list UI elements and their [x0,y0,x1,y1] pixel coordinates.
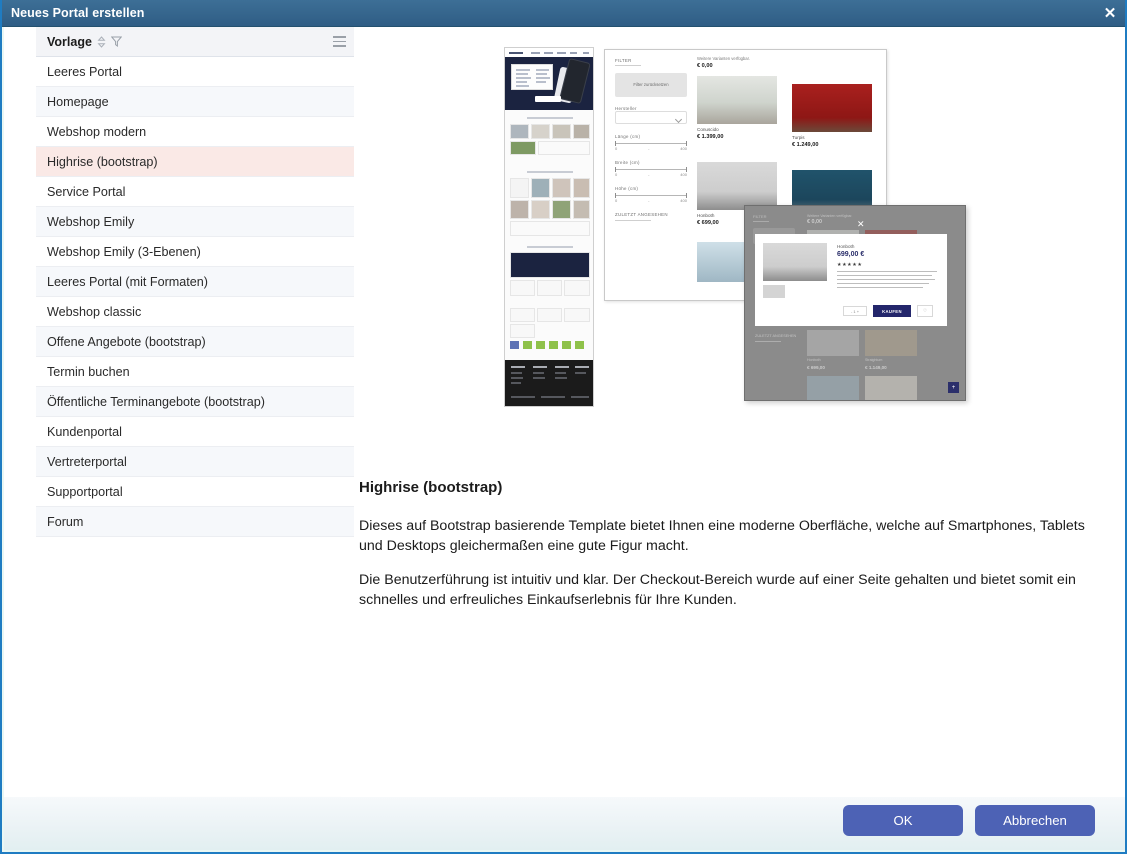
preview-height-label: Höhe (cm) [615,186,639,191]
funnel-filter-icon[interactable] [110,36,122,47]
preview-modal-bg-filter-label: FILTER [753,214,767,219]
detail-paragraph-1: Dieses auf Bootstrap basierende Template… [359,518,1085,554]
preview-length-slider: Länge (cm) 0 - 400 [615,134,687,151]
preview-reset-filter-button: Filter zurücksetzen [615,73,687,97]
detail-title: Highrise (bootstrap) [359,479,503,496]
preview-variants-price: € 0,00 [697,63,713,69]
heart-icon: ♡ [917,305,933,317]
list-item-kundenportal[interactable]: Kundenportal [36,417,354,447]
preview-filter-rule [615,65,641,66]
preview-product-2-price: € 1.249,00 [792,142,819,148]
preview-width-slider: Breite (cm) 0 - 400 [615,160,687,177]
preview-product-2-image [792,84,872,132]
preview-mobile-section-1 [505,114,593,166]
preview-product-grid: Weitere Varianten verfügbar. € 0,00 Conu… [697,56,875,282]
preview-modal-close-icon: ✕ [857,219,865,229]
preview-modal-badge: + [948,382,959,393]
preview-mobile-screenshot [504,47,594,407]
list-item-vertreterportal[interactable]: Vertreterportal [36,447,354,477]
list-item-forum[interactable]: Forum [36,507,354,537]
preview-height-slider: Höhe (cm) 0 - 400 [615,186,687,203]
list-item-offene-angebote-bootstrap[interactable]: Offene Angebote (bootstrap) [36,327,354,357]
preview-product-2: Turpis € 1.249,00 [792,84,872,148]
preview-mobile-cta [535,96,561,102]
preview-mobile-hero [505,48,593,110]
cancel-button[interactable]: Abbrechen [975,805,1095,836]
list-item-service-portal[interactable]: Service Portal [36,177,354,207]
preview-length-max: 400 [680,146,687,151]
list-item-supportportal[interactable]: Supportportal [36,477,354,507]
preview-filter-sidebar: FILTER Filter zurücksetzen Hersteller Lä… [615,58,687,228]
preview-mobile-navbar [505,48,593,57]
preview-modal-product-price: 699,00 € [837,251,865,258]
preview-variants-note: Weitere Varianten verfügbar. [697,56,750,61]
list-item-webshop-modern[interactable]: Webshop modern [36,117,354,147]
preview-width-label: Breite (cm) [615,160,640,165]
template-list-panel: Vorlage Leeres Portal Homepage Webshop m… [36,27,354,797]
dialog-titlebar: Neues Portal erstellen ✕ [2,0,1125,27]
list-item-leeres-portal[interactable]: Leeres Portal [36,57,354,87]
preview-length-min: 0 [615,146,618,151]
hamburger-menu-icon[interactable] [333,36,346,47]
sort-updown-icon[interactable] [97,35,106,48]
list-item-highrise-bootstrap[interactable]: Highrise (bootstrap) [36,147,354,177]
list-item-webshop-emily-3-ebenen[interactable]: Webshop Emily (3-Ebenen) [36,237,354,267]
preview-modal-bg-note: Weitere Varianten verfügbar. € 0,00 [807,214,853,225]
dialog-button-bar: OK Abbrechen [4,797,1125,850]
detail-paragraph-2: Die Benutzerführung ist intuitiv und kla… [359,572,1076,608]
preview-width-min: 0 [615,172,618,177]
preview-modal-buy-button: KAUFEN [873,305,911,317]
list-item-termin-buchen[interactable]: Termin buchen [36,357,354,387]
preview-product-1-image [697,76,777,124]
preview-width-dash: - [648,172,650,177]
preview-width-max: 400 [680,172,687,177]
preview-mobile-section-3 [505,244,593,304]
ok-button[interactable]: OK [843,805,963,836]
preview-height-max: 400 [680,198,687,203]
dialog-body: Vorlage Leeres Portal Homepage Webshop m… [4,27,1125,828]
preview-length-dash: - [648,146,650,151]
list-item-webshop-emily[interactable]: Webshop Emily [36,207,354,237]
list-item-oeffentliche-terminangebote[interactable]: Öffentliche Terminangebote (bootstrap) [36,387,354,417]
preview-product-1-price: € 1.399,00 [697,134,724,140]
list-item-webshop-classic[interactable]: Webshop classic [36,297,354,327]
preview-mobile-menu-card [511,64,553,90]
list-header-row: Vorlage [36,27,354,57]
preview-product-3-image [697,162,777,210]
list-item-homepage[interactable]: Homepage [36,87,354,117]
preview-recent-label: ZULETZT ANGESEHEN [615,212,668,217]
preview-height-min: 0 [615,198,618,203]
dialog-title: Neues Portal erstellen [11,6,145,20]
preview-modal-product-name: Honboth [837,244,855,249]
preview-mobile-section-4 [505,306,593,356]
list-item-leeres-portal-mit-formaten[interactable]: Leeres Portal (mit Formaten) [36,267,354,297]
preview-modal-description [837,271,937,291]
preview-modal-card: Honboth 699,00 € ★★★★★ - 1 + KAUFEN ♡ [755,234,947,326]
preview-height-dash: - [648,198,650,203]
preview-modal-rating: ★★★★★ [837,262,863,268]
close-icon[interactable]: ✕ [1097,0,1123,27]
preview-product-2-name: Turpis [792,135,805,140]
preview-modal-product-image [763,243,827,281]
dialog-window: Neues Portal erstellen ✕ Vorlage Leeres … [0,0,1127,854]
preview-product-1-name: Conuscido [697,127,719,132]
preview-filter-label: FILTER [615,58,632,63]
preview-mobile-device-dark [559,57,591,105]
preview-manufacturer-select [615,111,687,124]
preview-length-label: Länge (cm) [615,134,641,139]
preview-mobile-footer [505,360,593,406]
preview-mobile-section-2 [505,168,593,240]
preview-product-1: Conuscido € 1.399,00 [697,76,777,140]
preview-modal-screenshot: FILTER Filter zurücksetzen Weitere Varia… [744,205,966,401]
template-preview-image: FILTER Filter zurücksetzen Hersteller Lä… [504,47,969,412]
preview-modal-thumbnail [763,285,785,298]
detail-content: FILTER Filter zurücksetzen Hersteller Lä… [356,27,1101,797]
column-header-vorlage[interactable]: Vorlage [47,35,92,49]
preview-modal-bg-recent: ZULETZT ANGESEHEN [755,334,797,342]
template-list: Leeres Portal Homepage Webshop modern Hi… [36,57,354,537]
preview-modal-quantity-stepper: - 1 + [843,306,867,316]
